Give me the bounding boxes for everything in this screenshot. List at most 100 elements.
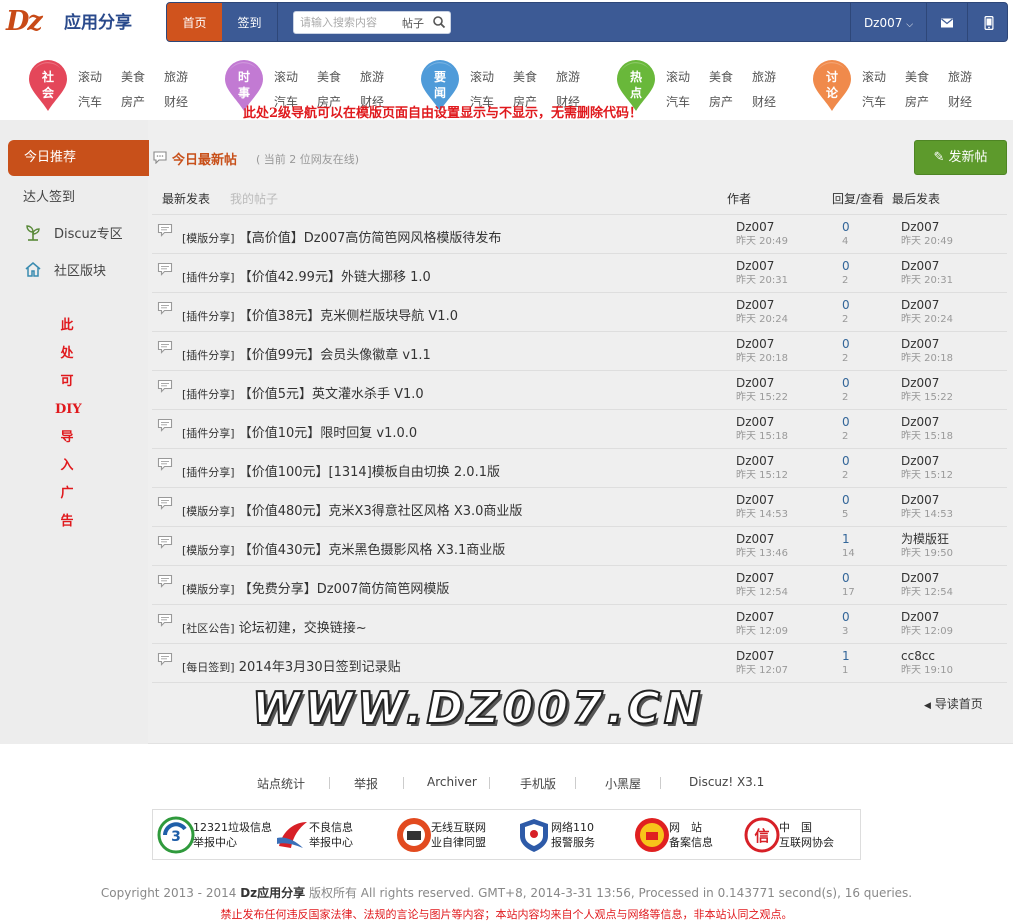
thread-author[interactable]: Dz007 [736,455,774,468]
thread-title-text[interactable]: 【价值38元】克米侧栏版块导航 V1.0 [239,309,458,324]
thread-category-tag[interactable]: [模版分享] [182,544,235,557]
thread-replies[interactable]: 0 [842,221,850,234]
thread-author[interactable]: Dz007 [736,611,774,624]
category-link[interactable]: 汽车 [862,93,886,110]
thread-category-tag[interactable]: [模版分享] [182,583,235,596]
copyright-site[interactable]: Dz应用分享 [240,886,305,900]
category-pin[interactable]: 社 会 [28,60,68,112]
category-link[interactable]: 滚动 [666,68,690,85]
thread-title[interactable]: [插件分享] 【价值5元】英文灌水杀手 V1.0 [182,383,424,402]
mail-button[interactable] [926,3,967,41]
thread-title-text[interactable]: 2014年3月30日签到记录贴 [239,660,401,675]
trust-badge[interactable]: 网络110 报警服务 [515,814,627,856]
thread-replies[interactable]: 0 [842,572,850,585]
thread-category-tag[interactable]: [社区公告] [182,622,235,635]
thread-title[interactable]: [插件分享] 【价值38元】克米侧栏版块导航 V1.0 [182,305,458,324]
site-logo[interactable]: Dz 应用分享 [6,7,158,37]
thread-last-time[interactable]: 昨天 20:24 [901,314,953,326]
thread-category-tag[interactable]: [每日签到] [182,661,235,674]
table-row[interactable]: [模版分享] 【免费分享】Dz007简仿简笆网模版 Dz007 昨天 12:54 0 1… [152,565,1007,604]
thread-category-tag[interactable]: [插件分享] [182,466,235,479]
table-row[interactable]: [插件分享] 【价值100元】[1314]模板自由切换 2.0.1版 Dz007 昨… [152,448,1007,487]
thread-author[interactable]: Dz007 [736,338,774,351]
sidebar-item-discuz[interactable]: Discuz专区 [54,223,123,242]
category-pin[interactable]: 讨 论 [812,60,852,112]
thread-title[interactable]: [插件分享] 【价值10元】限时回复 v1.0.0 [182,422,417,441]
thread-title[interactable]: [模版分享] 【价值480元】克米X3得意社区风格 X3.0商业版 [182,500,522,519]
footer-link[interactable]: 小黑屋 [605,775,641,792]
category-link[interactable]: 旅游 [360,68,384,85]
trust-badge[interactable]: 不良信息 举报中心 [273,814,385,856]
thread-author[interactable]: Dz007 [736,260,774,273]
thread-title-text[interactable]: 【价值5元】英文灌水杀手 V1.0 [239,387,424,402]
table-row[interactable]: [插件分享] 【价值42.99元】外链大挪移 1.0 Dz007 昨天 20:31 0… [152,253,1007,292]
thread-category-tag[interactable]: [插件分享] [182,310,235,323]
thread-category-tag[interactable]: [插件分享] [182,388,235,401]
category-link[interactable]: 旅游 [948,68,972,85]
thread-title[interactable]: [社区公告] 论坛初建，交换链接~ [182,617,367,636]
thread-replies[interactable]: 0 [842,260,850,273]
thread-category-tag[interactable]: [模版分享] [182,232,235,245]
thread-title-text[interactable]: 【价值430元】克米黑色摄影风格 X3.1商业版 [239,543,506,558]
thread-author[interactable]: Dz007 [736,416,774,429]
thread-category-tag[interactable]: [模版分享] [182,505,235,518]
thread-last-time[interactable]: 昨天 14:53 [901,509,953,521]
thread-title[interactable]: [插件分享] 【价值100元】[1314]模板自由切换 2.0.1版 [182,461,500,480]
thread-replies[interactable]: 0 [842,299,850,312]
table-row[interactable]: [模版分享] 【高价值】Dz007高仿简笆网风格模版待发布 Dz007 昨天 20:… [152,214,1007,253]
thread-last-time[interactable]: 昨天 19:50 [901,548,953,560]
thread-title[interactable]: [模版分享] 【高价值】Dz007高仿简笆网风格模版待发布 [182,227,501,246]
category-link[interactable]: 滚动 [274,68,298,85]
thread-replies[interactable]: 0 [842,338,850,351]
thread-title[interactable]: [插件分享] 【价值99元】会员头像徽章 v1.1 [182,344,431,363]
category-link[interactable]: 汽车 [78,93,102,110]
trust-badge[interactable]: 3 12321垃圾信息 举报中心 [157,814,272,856]
thread-replies[interactable]: 1 [842,533,850,546]
tab-latest[interactable]: 最新发表 [162,190,210,207]
thread-author[interactable]: Dz007 [736,650,774,663]
user-menu[interactable]: Dz007 ⌵ [850,3,926,41]
sidebar-item-forums[interactable]: 社区版块 [54,260,106,279]
thread-last-time[interactable]: 昨天 15:12 [901,470,953,482]
thread-last-time[interactable]: 昨天 20:49 [901,236,953,248]
thread-last-time[interactable]: 昨天 19:10 [901,665,953,677]
thread-last-time[interactable]: 昨天 12:09 [901,626,953,638]
trust-badge[interactable]: 网 站备案信息 [633,814,745,856]
category-link[interactable]: 旅游 [164,68,188,85]
tab-mine[interactable]: 我的帖子 [230,190,278,207]
thread-replies[interactable]: 0 [842,455,850,468]
new-post-button[interactable]: ✎ 发新帖 [914,140,1007,175]
thread-last-time[interactable]: 昨天 12:54 [901,587,953,599]
thread-title[interactable]: [模版分享] 【免费分享】Dz007简仿简笆网模版 [182,578,449,597]
category-link[interactable]: 美食 [121,68,145,85]
footer-link[interactable]: 站点统计 [257,775,305,792]
thread-title-text[interactable]: 【价值480元】克米X3得意社区风格 X3.0商业版 [239,504,523,519]
table-row[interactable]: [社区公告] 论坛初建，交换链接~ Dz007 昨天 12:09 0 3 Dz007 昨天 … [152,604,1007,643]
table-row[interactable]: [模版分享] 【价值480元】克米X3得意社区风格 X3.0商业版 Dz007 昨天… [152,487,1007,526]
thread-last-user[interactable]: Dz007 [901,260,939,273]
thread-last-user[interactable]: Dz007 [901,338,939,351]
nav-home[interactable]: 首页 [167,3,222,41]
category-link[interactable]: 房产 [709,93,733,110]
thread-title-text[interactable]: 【价值100元】[1314]模板自由切换 2.0.1版 [239,465,500,480]
thread-replies[interactable]: 1 [842,650,850,663]
thread-last-user[interactable]: Dz007 [901,299,939,312]
footer-link[interactable]: Archiver [427,775,477,789]
thread-last-user[interactable]: Dz007 [901,494,939,507]
table-row[interactable]: [插件分享] 【价值99元】会员头像徽章 v1.1 Dz007 昨天 20:18 0 2… [152,331,1007,370]
thread-author[interactable]: Dz007 [736,221,774,234]
thread-title[interactable]: [插件分享] 【价值42.99元】外链大挪移 1.0 [182,266,431,285]
thread-last-time[interactable]: 昨天 20:31 [901,275,953,287]
category-link[interactable]: 汽车 [666,93,690,110]
thread-author[interactable]: Dz007 [736,572,774,585]
trust-badge[interactable]: 无线互联网 业自律同盟 [395,814,507,856]
category-link[interactable]: 财经 [164,93,188,110]
thread-last-user[interactable]: Dz007 [901,455,939,468]
thread-category-tag[interactable]: [插件分享] [182,271,235,284]
thread-title-text[interactable]: 【价值99元】会员头像徽章 v1.1 [239,348,431,363]
table-row[interactable]: [插件分享] 【价值5元】英文灌水杀手 V1.0 Dz007 昨天 15:22 0 2 D… [152,370,1007,409]
thread-title[interactable]: [模版分享] 【价值430元】克米黑色摄影风格 X3.1商业版 [182,539,505,558]
trust-badge[interactable]: 信中 国互联网协会 [743,814,855,856]
thread-title-text[interactable]: 【高价值】Dz007高仿简笆网风格模版待发布 [239,231,502,246]
mobile-button[interactable] [967,3,1007,41]
